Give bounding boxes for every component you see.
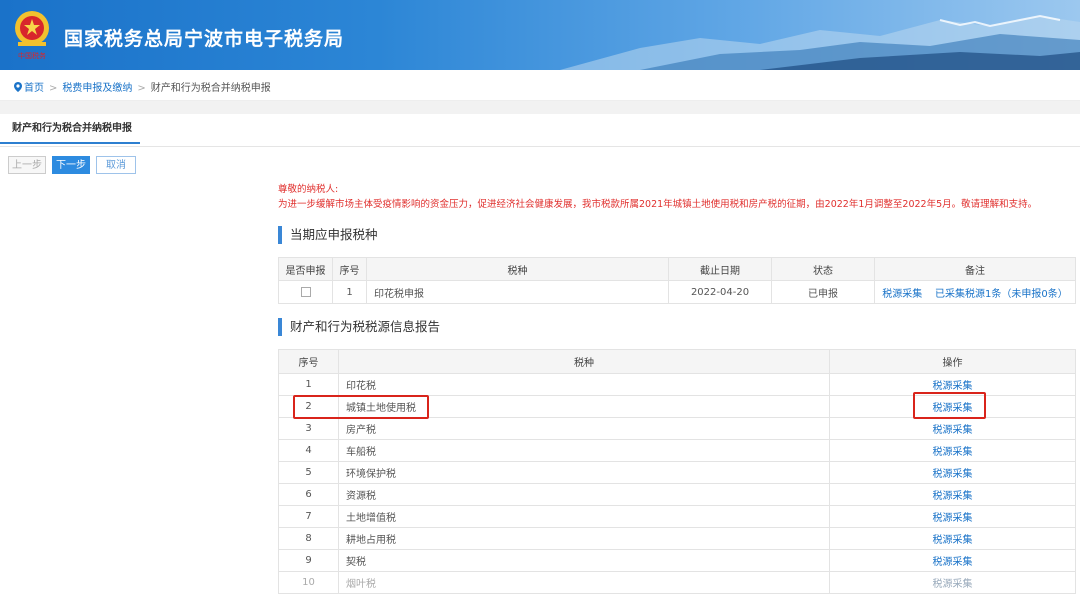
table-row: 7 土地增值税 税源采集 — [278, 505, 1076, 528]
row-tax-name: 资源税 — [338, 483, 830, 506]
row-seq: 1 — [278, 373, 339, 396]
tax-source-collect-link[interactable]: 税源采集 — [933, 557, 973, 568]
next-step-button[interactable]: 下一步 — [52, 156, 90, 174]
row-seq: 9 — [278, 549, 339, 572]
row-tax-name: 车船税 — [338, 439, 830, 462]
prev-step-button[interactable]: 上一步 — [8, 156, 46, 174]
row-tax-name: 环境保护税 — [338, 461, 830, 484]
row-seq: 6 — [278, 483, 339, 506]
collected-sources-link[interactable]: 已采集税源1条（未申报0条） — [935, 289, 1068, 300]
notice-text: 尊敬的纳税人: 为进一步缓解市场主体受疫情影响的资金压力，促进经济社会健康发展，… — [278, 182, 1037, 212]
table-row: 10 烟叶税 税源采集 — [278, 571, 1076, 594]
row-tax-name: 耕地占用税 — [338, 527, 830, 550]
row-seq: 8 — [278, 527, 339, 550]
row-status: 已申报 — [771, 280, 875, 304]
column-header: 截止日期 — [668, 257, 772, 281]
section-divider — [0, 101, 1080, 114]
row-remark: 税源采集 已采集税源1条（未申报0条） — [874, 280, 1076, 304]
breadcrumb-separator: > — [137, 83, 146, 94]
row-tax-name: 烟叶税 — [338, 571, 830, 594]
tab-property-behavior-tax[interactable]: 财产和行为税合并纳税申报 — [0, 114, 140, 144]
row-tax-name: 房产税 — [338, 417, 830, 440]
column-header: 状态 — [771, 257, 875, 281]
row-seq: 10 — [278, 571, 339, 594]
tax-emblem-logo[interactable]: 中国税务 — [12, 8, 52, 62]
tax-source-collect-link[interactable]: 税源采集 — [882, 289, 922, 300]
section-title-current-taxes: 当期应申报税种 — [278, 226, 378, 244]
tax-source-collect-link[interactable]: 税源采集 — [933, 425, 973, 436]
tax-source-collect-link[interactable]: 税源采集 — [933, 535, 973, 546]
column-header: 序号 — [278, 349, 339, 374]
table-header-row: 序号 税种 操作 — [278, 349, 1076, 374]
site-header: 中国税务 国家税务总局宁波市电子税务局 — [0, 0, 1080, 70]
highlight-box-land-use-tax — [293, 395, 429, 419]
row-tax-name: 契税 — [338, 549, 830, 572]
row-tax-name: 土地增值税 — [338, 505, 830, 528]
notice-greeting: 尊敬的纳税人: — [278, 184, 339, 195]
column-header: 税种 — [366, 257, 669, 281]
column-header: 税种 — [338, 349, 830, 374]
table-row: 4 车船税 税源采集 — [278, 439, 1076, 462]
tax-source-collect-link[interactable]: 税源采集 — [933, 447, 973, 458]
column-header: 操作 — [829, 349, 1076, 374]
table-row: 5 环境保护税 税源采集 — [278, 461, 1076, 484]
table-row: 9 契税 税源采集 — [278, 549, 1076, 572]
row-seq: 1 — [332, 280, 367, 304]
notice-body: 为进一步缓解市场主体受疫情影响的资金压力，促进经济社会健康发展，我市税款所属20… — [278, 199, 1038, 210]
table-row: 8 耕地占用税 税源采集 — [278, 527, 1076, 550]
row-seq: 4 — [278, 439, 339, 462]
row-seq: 5 — [278, 461, 339, 484]
column-header: 是否申报 — [278, 257, 333, 281]
table-header-row: 是否申报 序号 税种 截止日期 状态 备注 — [278, 257, 1076, 281]
row-seq: 3 — [278, 417, 339, 440]
breadcrumb-home[interactable]: 首页 — [24, 83, 44, 94]
tax-source-table: 序号 税种 操作 1 印花税 税源采集 2 城镇土地使用税 税源采集 3 房产税 税源采集 … — [278, 349, 1076, 594]
table-row: 6 资源税 税源采集 — [278, 483, 1076, 506]
breadcrumb: 首页 > 税费申报及缴纳 > 财产和行为税合并纳税申报 — [0, 70, 1080, 101]
table-row: 3 房产税 税源采集 — [278, 417, 1076, 440]
tab-bar: 财产和行为税合并纳税申报 — [0, 114, 1080, 147]
column-header: 备注 — [874, 257, 1076, 281]
current-tax-table: 是否申报 序号 税种 截止日期 状态 备注 1 印花税申报 2022-04-20… — [278, 257, 1076, 304]
row-seq: 7 — [278, 505, 339, 528]
breadcrumb-tax-filing[interactable]: 税费申报及缴纳 — [62, 83, 132, 94]
location-pin-icon — [14, 82, 22, 92]
tax-source-collect-link[interactable]: 税源采集 — [933, 491, 973, 502]
breadcrumb-separator: > — [49, 83, 58, 94]
highlight-box-collect-link — [913, 392, 986, 419]
table-row: 1 印花税申报 2022-04-20 已申报 税源采集 已采集税源1条（未申报0… — [278, 280, 1076, 304]
tax-source-collect-link[interactable]: 税源采集 — [933, 579, 973, 590]
row-tax-name: 印花税 — [338, 373, 830, 396]
tax-source-collect-link[interactable]: 税源采集 — [933, 513, 973, 524]
section-title-tax-source-report: 财产和行为税税源信息报告 — [278, 318, 440, 336]
site-title: 国家税务总局宁波市电子税务局 — [64, 28, 345, 50]
svg-text:中国税务: 中国税务 — [18, 51, 46, 60]
declare-checkbox[interactable] — [300, 286, 311, 297]
cancel-button[interactable]: 取消 — [96, 156, 136, 174]
tax-source-collect-link[interactable]: 税源采集 — [933, 381, 973, 392]
row-tax-name: 印花税申报 — [366, 280, 669, 304]
tax-source-collect-link[interactable]: 税源采集 — [933, 469, 973, 480]
row-deadline: 2022-04-20 — [668, 280, 772, 304]
column-header: 序号 — [332, 257, 367, 281]
breadcrumb-current: 财产和行为税合并纳税申报 — [150, 83, 271, 94]
